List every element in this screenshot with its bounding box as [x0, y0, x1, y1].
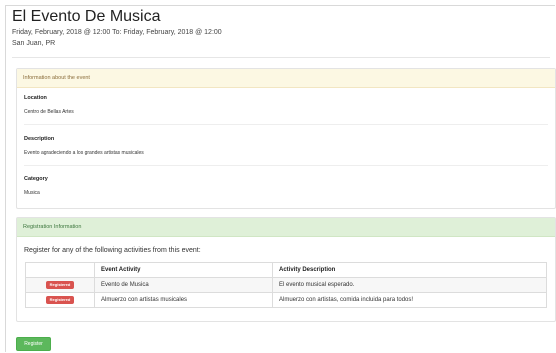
table-row: Registered Evento de Musica El evento mu…	[25, 277, 547, 293]
location-value: Centro de Bellas Artes	[24, 109, 74, 115]
table-header-row: Event Activity Activity Description	[25, 262, 547, 278]
activity-description: El evento musical esperado.	[272, 277, 547, 293]
status-column-header	[25, 262, 95, 278]
activity-name: Almuerzo con artistas musicales	[94, 292, 273, 308]
activity-column-header: Event Activity	[94, 262, 273, 278]
event-date-range: Friday, February, 2018 @ 12:00 To: Frida…	[12, 29, 222, 36]
description-column-header: Activity Description	[272, 262, 547, 278]
category-value: Musica	[24, 190, 40, 196]
description-label: Description	[24, 136, 55, 142]
field-divider	[24, 124, 548, 125]
activity-description: Almuerzo con artistas, comida incluida p…	[272, 292, 547, 308]
field-divider	[24, 165, 548, 166]
title-divider	[12, 57, 550, 58]
table-row: Registered Almuerzo con artistas musical…	[25, 292, 547, 308]
location-label: Location	[24, 95, 47, 101]
registration-panel: Registration Information Register for an…	[16, 217, 556, 322]
registration-intro: Register for any of the following activi…	[24, 247, 201, 254]
description-value: Evento agradeciendo a los grandes artist…	[24, 150, 144, 156]
event-info-panel: Information about the event Location Cen…	[16, 68, 556, 209]
event-title: El Evento De Musica	[12, 8, 161, 25]
category-label: Category	[24, 176, 48, 182]
info-panel-heading: Information about the event	[17, 69, 555, 88]
register-button[interactable]: Register	[16, 337, 51, 351]
status-badge: Registered	[45, 281, 75, 289]
status-badge: Registered	[45, 296, 75, 304]
event-place: San Juan, PR	[12, 40, 56, 47]
activities-table: Event Activity Activity Description Regi…	[25, 262, 547, 308]
activity-name: Evento de Musica	[94, 277, 273, 293]
registration-panel-heading: Registration Information	[17, 218, 555, 237]
